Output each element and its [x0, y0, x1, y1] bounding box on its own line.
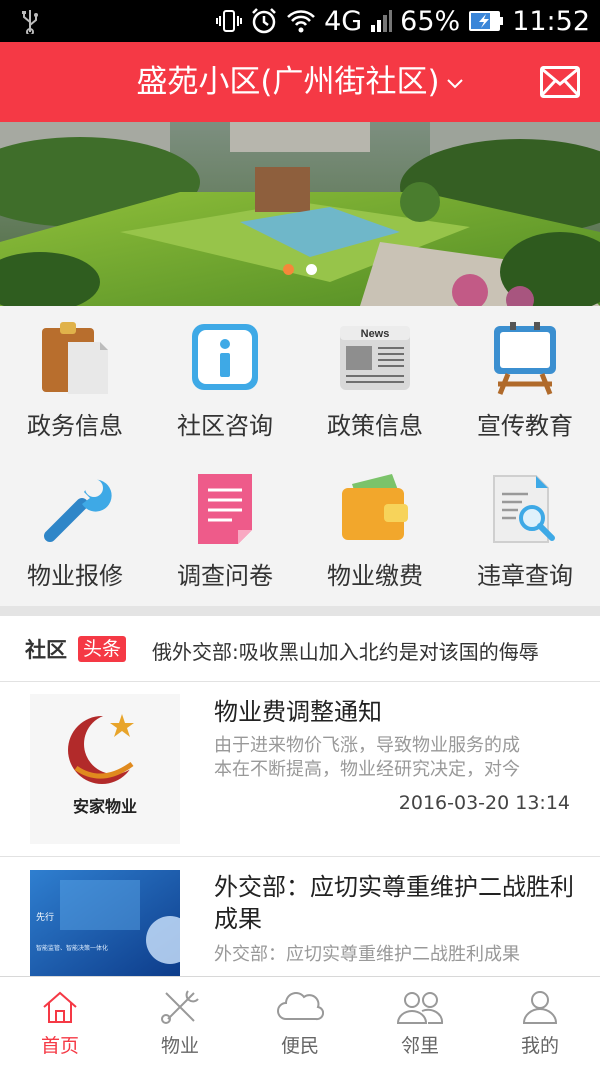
grid-label: 社区咨询 [177, 412, 273, 440]
property-logo-image: 安家物业 [30, 694, 180, 844]
cloud-icon [277, 992, 324, 1021]
battery-percent: 65% [400, 5, 461, 37]
bottom-tab-bar: 首页 物业 便民 邻里 我的 [0, 976, 600, 1067]
easel-icon [494, 322, 556, 395]
news-item[interactable]: 安家物业 物业费调整通知 由于进来物价飞涨，导致物业服务的成 本在不断提高，物业… [0, 682, 600, 857]
grid-label: 宣传教育 [477, 412, 573, 440]
search-document-icon [493, 475, 555, 543]
tab-property[interactable]: 物业 [120, 977, 240, 1068]
network-type: 4G [324, 5, 363, 37]
svg-text:News: News [361, 328, 390, 340]
news-item[interactable]: 先行 智能监管、智能决策一体化 外交部：应切实尊重维护二战胜利成果 外交部：应切… [0, 857, 600, 976]
grid-label: 政策信息 [327, 412, 423, 440]
carousel-dot-active[interactable] [283, 264, 294, 275]
document-icon [198, 474, 252, 544]
grid-item-education[interactable]: 宣传教育 [450, 306, 600, 456]
tab-convenience[interactable]: 便民 [240, 977, 360, 1068]
service-grid: 政务信息 社区咨询 News 政策信息 宣传教育 物业报修 调查问卷 物业缴费 … [0, 306, 600, 606]
news-title: 物业费调整通知 [214, 698, 382, 726]
battery-charging-icon [469, 11, 504, 31]
carousel-dot[interactable] [306, 264, 317, 275]
news-summary: 由于进来物价飞涨，导致物业服务的成 [214, 735, 520, 756]
tab-label: 首页 [40, 1035, 79, 1057]
headline-text[interactable]: 俄外交部:吸收黑山加入北约是对该国的侮辱 [152, 636, 539, 665]
section-divider [0, 606, 600, 616]
grid-label: 政务信息 [27, 412, 123, 440]
thumb-text: 先行 [36, 911, 54, 922]
grid-label: 物业缴费 [327, 562, 423, 590]
community-name: 盛苑小区(广州街社区) [136, 64, 440, 100]
alarm-icon [252, 8, 276, 34]
grid-label: 违章查询 [477, 562, 573, 590]
clock-time: 11:52 [512, 5, 590, 37]
chevron-down-icon [446, 78, 463, 88]
news-title: 外交部：应切实尊重维护二战胜利成果 [214, 873, 574, 933]
tab-label: 邻里 [400, 1035, 439, 1057]
usb-icon [22, 10, 38, 34]
grid-label: 物业报修 [27, 562, 123, 590]
grid-item-repair[interactable]: 物业报修 [0, 456, 150, 606]
grid-item-violation[interactable]: 违章查询 [450, 456, 600, 606]
wifi-icon [287, 10, 315, 33]
thumb-text: 智能监管、智能决策一体化 [36, 944, 108, 952]
mail-icon[interactable] [540, 66, 580, 98]
news-summary: 本在不断提高，物业经研究决定，对今 [214, 759, 520, 780]
tab-label: 物业 [160, 1035, 199, 1057]
tab-label: 便民 [280, 1035, 319, 1057]
headline-badge: 头条 [78, 636, 127, 662]
person-icon [522, 991, 558, 1024]
grid-item-consult[interactable]: 社区咨询 [150, 306, 300, 456]
news-date: 2016-03-20 13:14 [398, 792, 570, 814]
tab-mine[interactable]: 我的 [480, 977, 600, 1068]
clipboard-icon [42, 322, 108, 394]
status-bar: 4G 65% 11:52 [0, 0, 600, 42]
tab-neighbors[interactable]: 邻里 [360, 977, 480, 1068]
headline-label: 社区 [25, 638, 67, 662]
community-headline[interactable]: 社区 头条 俄外交部:吸收黑山加入北约是对该国的侮辱 [0, 616, 600, 682]
app-header: 盛苑小区(广州街社区) [0, 42, 600, 122]
news-thumbnail: 先行 智能监管、智能决策一体化 [30, 870, 180, 976]
tab-label: 我的 [520, 1035, 559, 1057]
home-icon [43, 991, 77, 1023]
signal-icon [371, 10, 393, 32]
tab-home[interactable]: 首页 [0, 977, 120, 1068]
wrench-icon [44, 479, 112, 542]
news-summary: 外交部：应切实尊重维护二战胜利成果 [214, 944, 520, 965]
grid-label: 调查问卷 [177, 562, 273, 590]
banner-carousel[interactable] [0, 122, 600, 306]
banner-image [0, 122, 600, 306]
vibrate-icon [216, 10, 243, 32]
grid-item-policy[interactable]: News 政策信息 [300, 306, 450, 456]
community-selector[interactable]: 盛苑小区(广州街社区) [0, 42, 600, 122]
tools-icon [161, 990, 199, 1024]
grid-item-gov-info[interactable]: 政务信息 [0, 306, 150, 456]
newspaper-icon: News [340, 326, 410, 390]
grid-item-survey[interactable]: 调查问卷 [150, 456, 300, 606]
wallet-icon [342, 474, 408, 540]
people-icon [396, 992, 444, 1024]
grid-item-payment[interactable]: 物业缴费 [300, 456, 450, 606]
info-icon [192, 324, 258, 390]
carousel-indicators [0, 264, 600, 276]
thumb-logo-text: 安家物业 [73, 797, 137, 816]
